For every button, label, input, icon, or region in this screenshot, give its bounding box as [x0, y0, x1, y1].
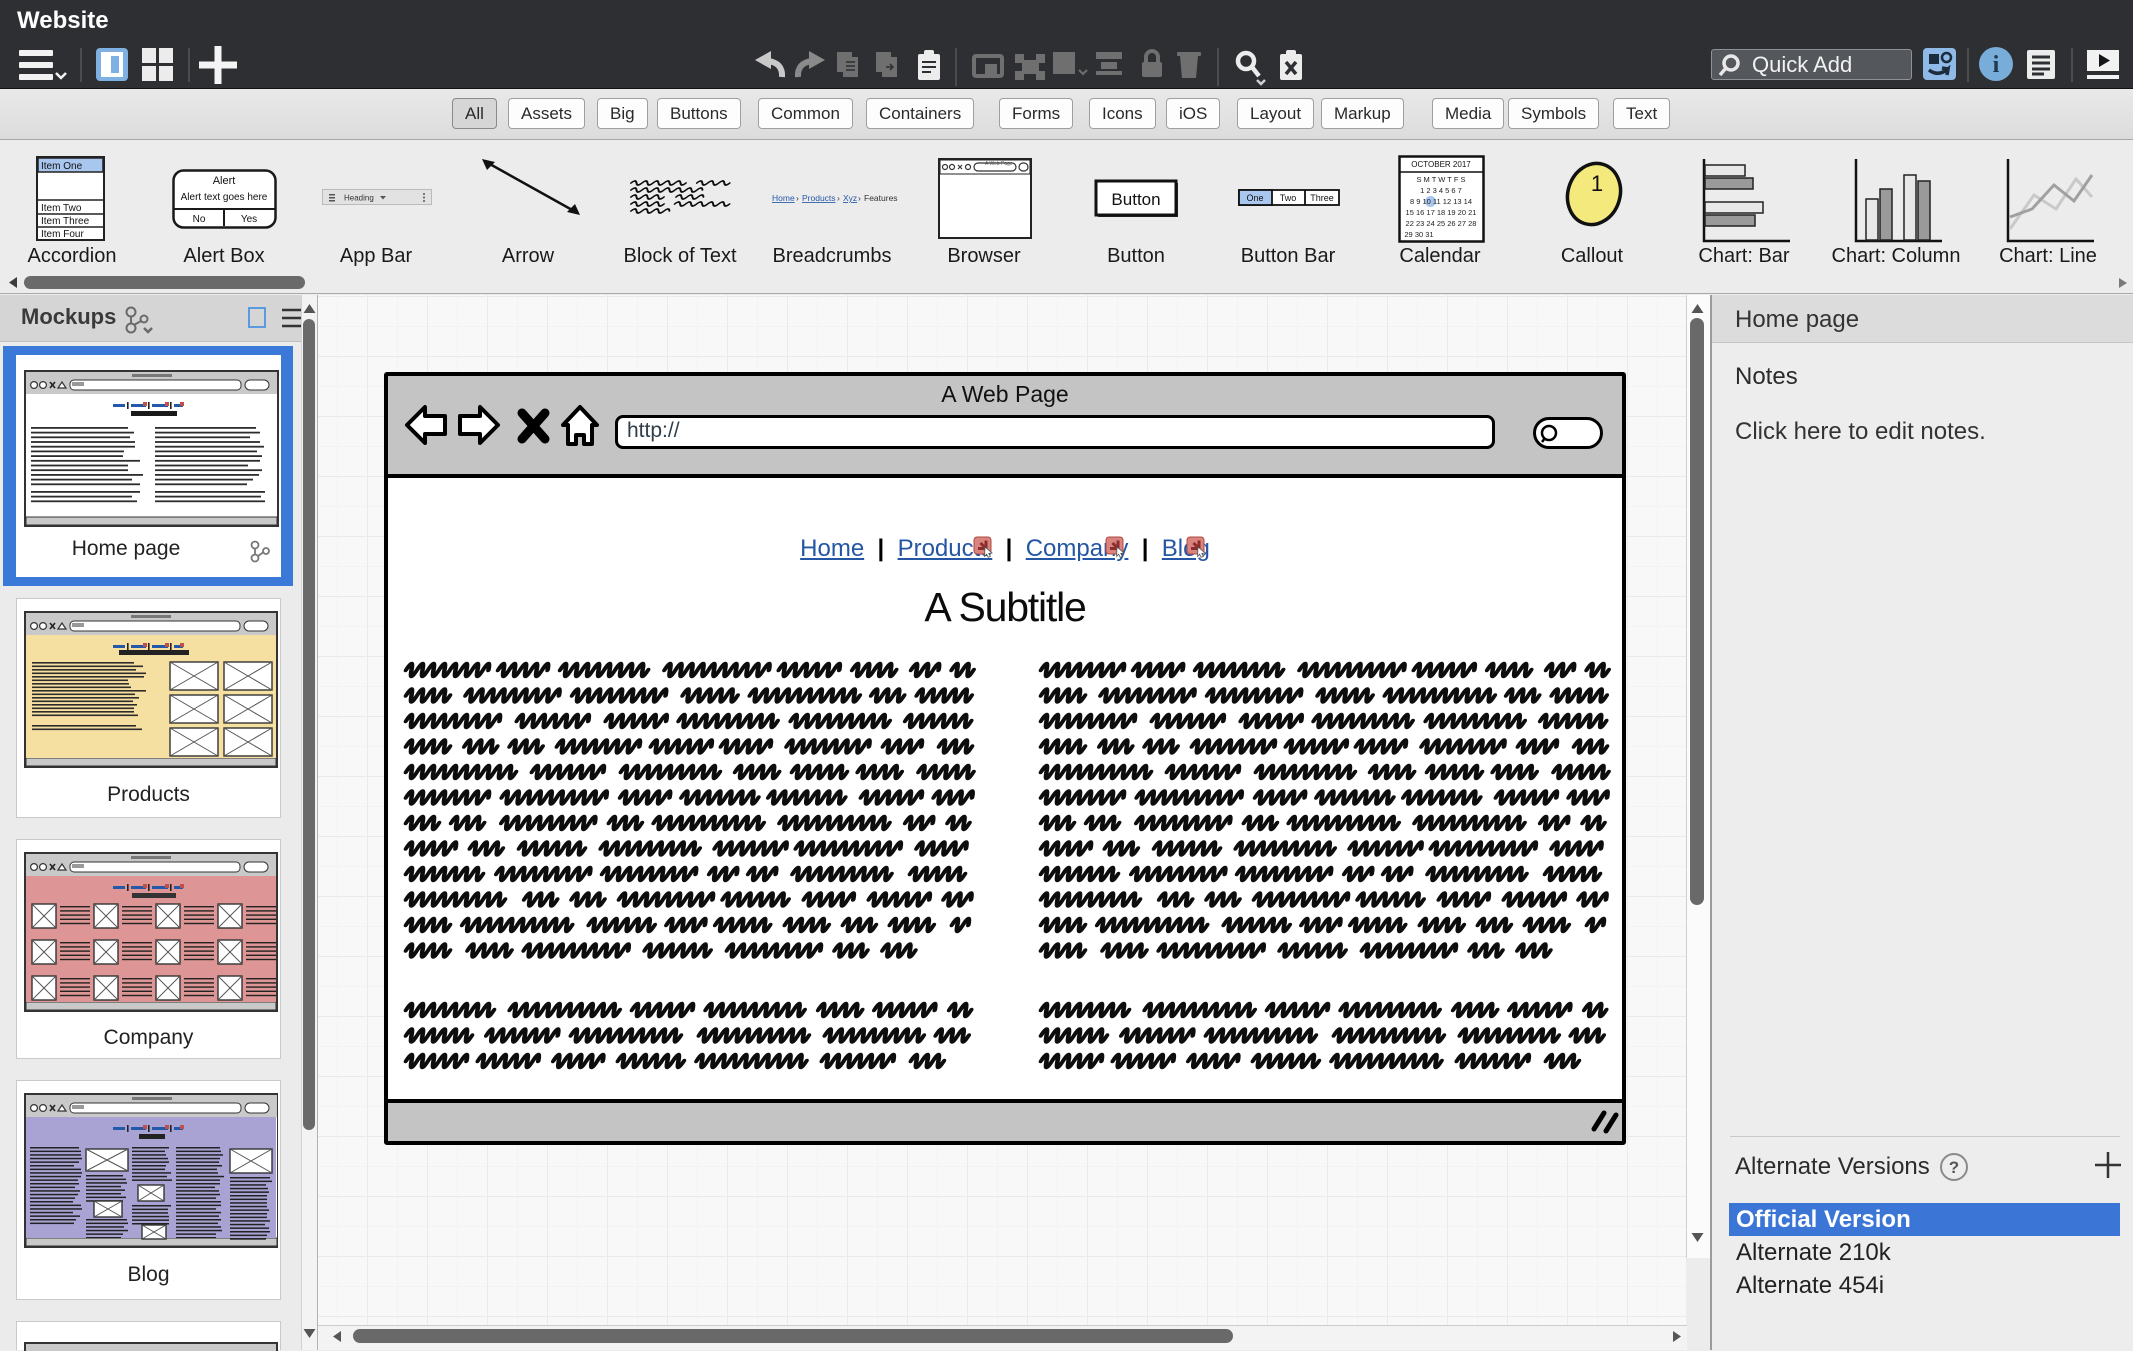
- svg-text:OCTOBER 2017: OCTOBER 2017: [1411, 160, 1471, 169]
- svg-text:Yes: Yes: [241, 214, 257, 225]
- svg-text:›: ›: [837, 193, 840, 203]
- svg-text:Two: Two: [1280, 193, 1297, 203]
- svg-text:Item One: Item One: [41, 161, 83, 172]
- svg-text:Item Four: Item Four: [41, 229, 84, 240]
- svg-text:Alert: Alert: [213, 175, 236, 187]
- svg-text:Item Three: Item Three: [41, 216, 90, 227]
- svg-text:8 9 10 11 12 13 14: 8 9 10 11 12 13 14: [1410, 197, 1472, 206]
- svg-text:Features: Features: [864, 193, 898, 203]
- svg-text:1 2 3 4 5 6 7: 1 2 3 4 5 6 7: [1420, 186, 1462, 195]
- svg-text:15 16 17 18 19 20 21: 15 16 17 18 19 20 21: [1406, 208, 1477, 217]
- svg-text:?: ?: [1949, 1158, 1959, 1177]
- svg-text:Home: Home: [772, 193, 795, 203]
- svg-text:›: ›: [858, 193, 861, 203]
- svg-text:Item Two: Item Two: [41, 203, 82, 214]
- svg-text:S M T W T F S: S M T W T F S: [1416, 175, 1465, 184]
- svg-text:No: No: [193, 214, 206, 225]
- svg-text:Alert text goes here: Alert text goes here: [181, 192, 268, 203]
- svg-text:1: 1: [1591, 171, 1603, 196]
- svg-text:›: ›: [796, 193, 799, 203]
- svg-text:Products: Products: [802, 193, 836, 203]
- svg-text:A Web Page: A Web Page: [985, 161, 1013, 167]
- svg-text:Three: Three: [1310, 193, 1334, 203]
- svg-text:Heading: Heading: [344, 194, 374, 203]
- svg-text:Xyz: Xyz: [843, 193, 857, 203]
- svg-text:22 23 24 25 26 27 28: 22 23 24 25 26 27 28: [1406, 219, 1477, 228]
- svg-text:29 30 31: 29 30 31: [1404, 230, 1433, 239]
- svg-text:Button: Button: [1111, 190, 1160, 209]
- svg-text:One: One: [1246, 193, 1263, 203]
